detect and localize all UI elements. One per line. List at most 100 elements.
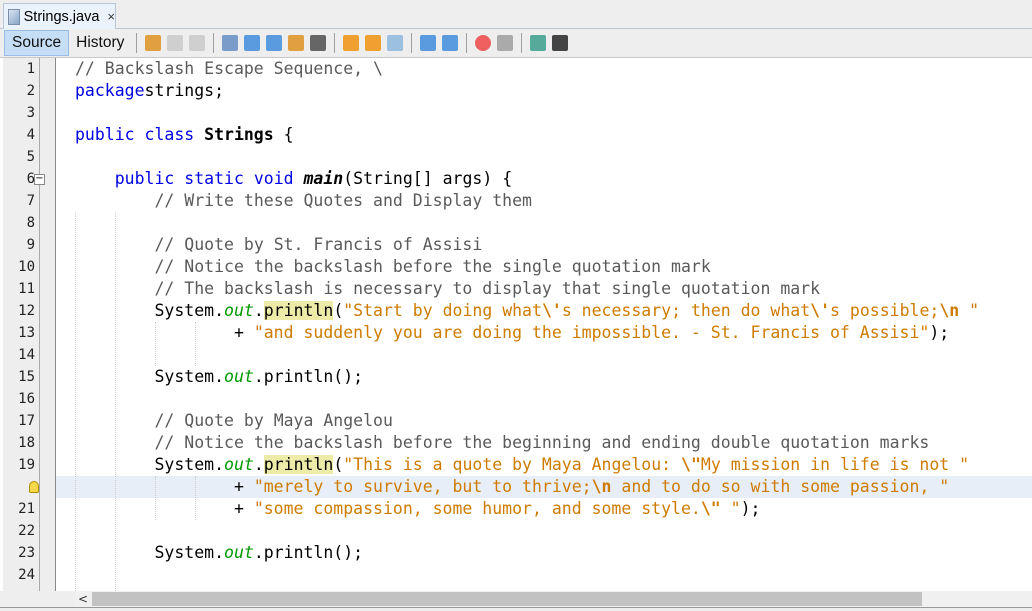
- comment-icon[interactable]: [530, 35, 547, 51]
- code-token: // Quote by Maya Angelou: [154, 411, 393, 430]
- line-number: 21: [18, 501, 35, 517]
- horizontal-scrollbar[interactable]: <: [75, 591, 1032, 607]
- forward-icon[interactable]: [189, 35, 206, 51]
- code-line[interactable]: [56, 344, 1032, 366]
- code-token: "and suddenly you are doing the impossib…: [253, 323, 930, 342]
- code-token: out: [224, 367, 254, 386]
- toolbar-separator: [213, 33, 215, 53]
- code-token: public class: [75, 125, 205, 144]
- line-number: 16: [18, 391, 35, 407]
- code-line[interactable]: // Backslash Escape Sequence, \: [56, 58, 1032, 80]
- shift-left-icon[interactable]: [420, 35, 437, 51]
- line-number: 3: [26, 105, 35, 121]
- code-token: System.: [75, 301, 225, 320]
- code-token: package: [75, 81, 145, 100]
- line-number: 12: [18, 303, 35, 319]
- toggle-bookmark-icon[interactable]: [387, 35, 404, 51]
- code-line[interactable]: + "some compassion, some humor, and some…: [56, 498, 1032, 520]
- code-line[interactable]: // Quote by Maya Angelou: [56, 410, 1032, 432]
- tab-strings-java[interactable]: Strings.java ×: [3, 3, 116, 29]
- code-line[interactable]: // Quote by St. Francis of Assisi: [56, 234, 1032, 256]
- code-token: \": [700, 499, 721, 518]
- source-button[interactable]: Source: [4, 30, 70, 56]
- code-token: ": [959, 301, 980, 320]
- history-button[interactable]: History: [69, 30, 131, 56]
- code-line[interactable]: [56, 520, 1032, 542]
- scrollbar-thumb[interactable]: [92, 592, 922, 606]
- find-icon[interactable]: [222, 35, 239, 51]
- line-number: 9: [26, 237, 35, 253]
- editor-toolbar: Source History: [0, 29, 1032, 58]
- line-number: 13: [18, 325, 35, 341]
- line-number: 5: [26, 149, 35, 165]
- code-token: .println();: [253, 543, 364, 562]
- find-next-icon[interactable]: [266, 35, 283, 51]
- code-token: +: [75, 323, 254, 342]
- code-token: "Start by doing what: [343, 301, 542, 320]
- scroll-left-button[interactable]: <: [75, 591, 91, 607]
- stop-macro-icon[interactable]: [497, 35, 514, 51]
- code-token: System.: [75, 455, 225, 474]
- code-line[interactable]: // Write these Quotes and Display them: [56, 190, 1032, 212]
- code-token: +: [75, 477, 254, 496]
- code-area[interactable]: // Backslash Escape Sequence, \ packagest…: [56, 58, 1032, 591]
- toolbar-separator: [411, 33, 413, 53]
- code-token: My mission in life is not ": [700, 455, 970, 474]
- line-number: 15: [18, 369, 35, 385]
- code-line[interactable]: [56, 102, 1032, 124]
- status-edge: [0, 607, 1032, 611]
- code-line[interactable]: [56, 564, 1032, 586]
- code-line[interactable]: System.out.println();: [56, 366, 1032, 388]
- code-token: );: [740, 499, 761, 518]
- code-line[interactable]: System.out.println("Start by doing what\…: [56, 300, 1032, 322]
- java-file-icon: [8, 8, 20, 25]
- code-token: println: [263, 455, 334, 474]
- code-line[interactable]: public class Strings {: [56, 124, 1032, 146]
- code-line[interactable]: System.out.println();: [56, 542, 1032, 564]
- code-line[interactable]: // Notice the backslash before the begin…: [56, 432, 1032, 454]
- code-line[interactable]: [56, 146, 1032, 168]
- last-edit-icon[interactable]: [145, 35, 162, 51]
- shift-right-icon[interactable]: [442, 35, 459, 51]
- code-token: .: [253, 455, 264, 474]
- back-icon[interactable]: [167, 35, 184, 51]
- line-number-gutter: 1 2 3 4 5 6−7 8 9 10 11 12 13 14 15 16 17 18 19 21 22 23 24: [3, 58, 56, 591]
- code-token: strings;: [144, 81, 225, 100]
- uncomment-icon[interactable]: [552, 35, 569, 51]
- code-token: (: [333, 301, 344, 320]
- code-token: // Quote by St. Francis of Assisi: [154, 235, 483, 254]
- code-token: s possible;: [830, 301, 940, 320]
- toggle-highlight-icon[interactable]: [288, 35, 305, 51]
- code-line[interactable]: public static void main(String[] args) {: [56, 168, 1032, 190]
- find-previous-icon[interactable]: [244, 35, 261, 51]
- code-token: "some compassion, some humor, and some s…: [253, 499, 701, 518]
- code-token: (String[] args) {: [343, 169, 513, 188]
- code-token: System.: [75, 543, 225, 562]
- code-line[interactable]: [56, 212, 1032, 234]
- next-bookmark-icon[interactable]: [365, 35, 382, 51]
- code-line[interactable]: System.out.println("This is a quote by M…: [56, 454, 1032, 476]
- code-line[interactable]: packagestrings;: [56, 80, 1032, 102]
- code-token: println: [263, 301, 334, 320]
- start-macro-icon[interactable]: [475, 35, 492, 51]
- line-number: 2: [26, 83, 35, 99]
- line-number: 7: [26, 193, 35, 209]
- code-line[interactable]: + "and suddenly you are doing the imposs…: [56, 322, 1032, 344]
- indent-guide: [115, 212, 116, 591]
- code-line[interactable]: // Notice the backslash before the singl…: [56, 256, 1032, 278]
- code-line[interactable]: + "merely to survive, but to thrive;\n a…: [56, 476, 1032, 498]
- line-number: 4: [26, 127, 35, 143]
- hint-bulb-icon[interactable]: [29, 481, 39, 493]
- code-editor[interactable]: 1 2 3 4 5 6−7 8 9 10 11 12 13 14 15 16 17 18 19 21 22 23 24 /…: [0, 58, 1032, 591]
- indent-guide: [75, 212, 76, 591]
- previous-bookmark-icon[interactable]: [343, 35, 360, 51]
- close-tab-icon[interactable]: ×: [107, 9, 115, 24]
- code-line[interactable]: [56, 388, 1032, 410]
- fold-collapse-icon[interactable]: −: [34, 174, 45, 185]
- code-token: s necessary; then do what: [561, 301, 811, 320]
- rectangular-selection-icon[interactable]: [310, 35, 327, 51]
- code-line[interactable]: // The backslash is necessary to display…: [56, 278, 1032, 300]
- code-token: (: [333, 455, 344, 474]
